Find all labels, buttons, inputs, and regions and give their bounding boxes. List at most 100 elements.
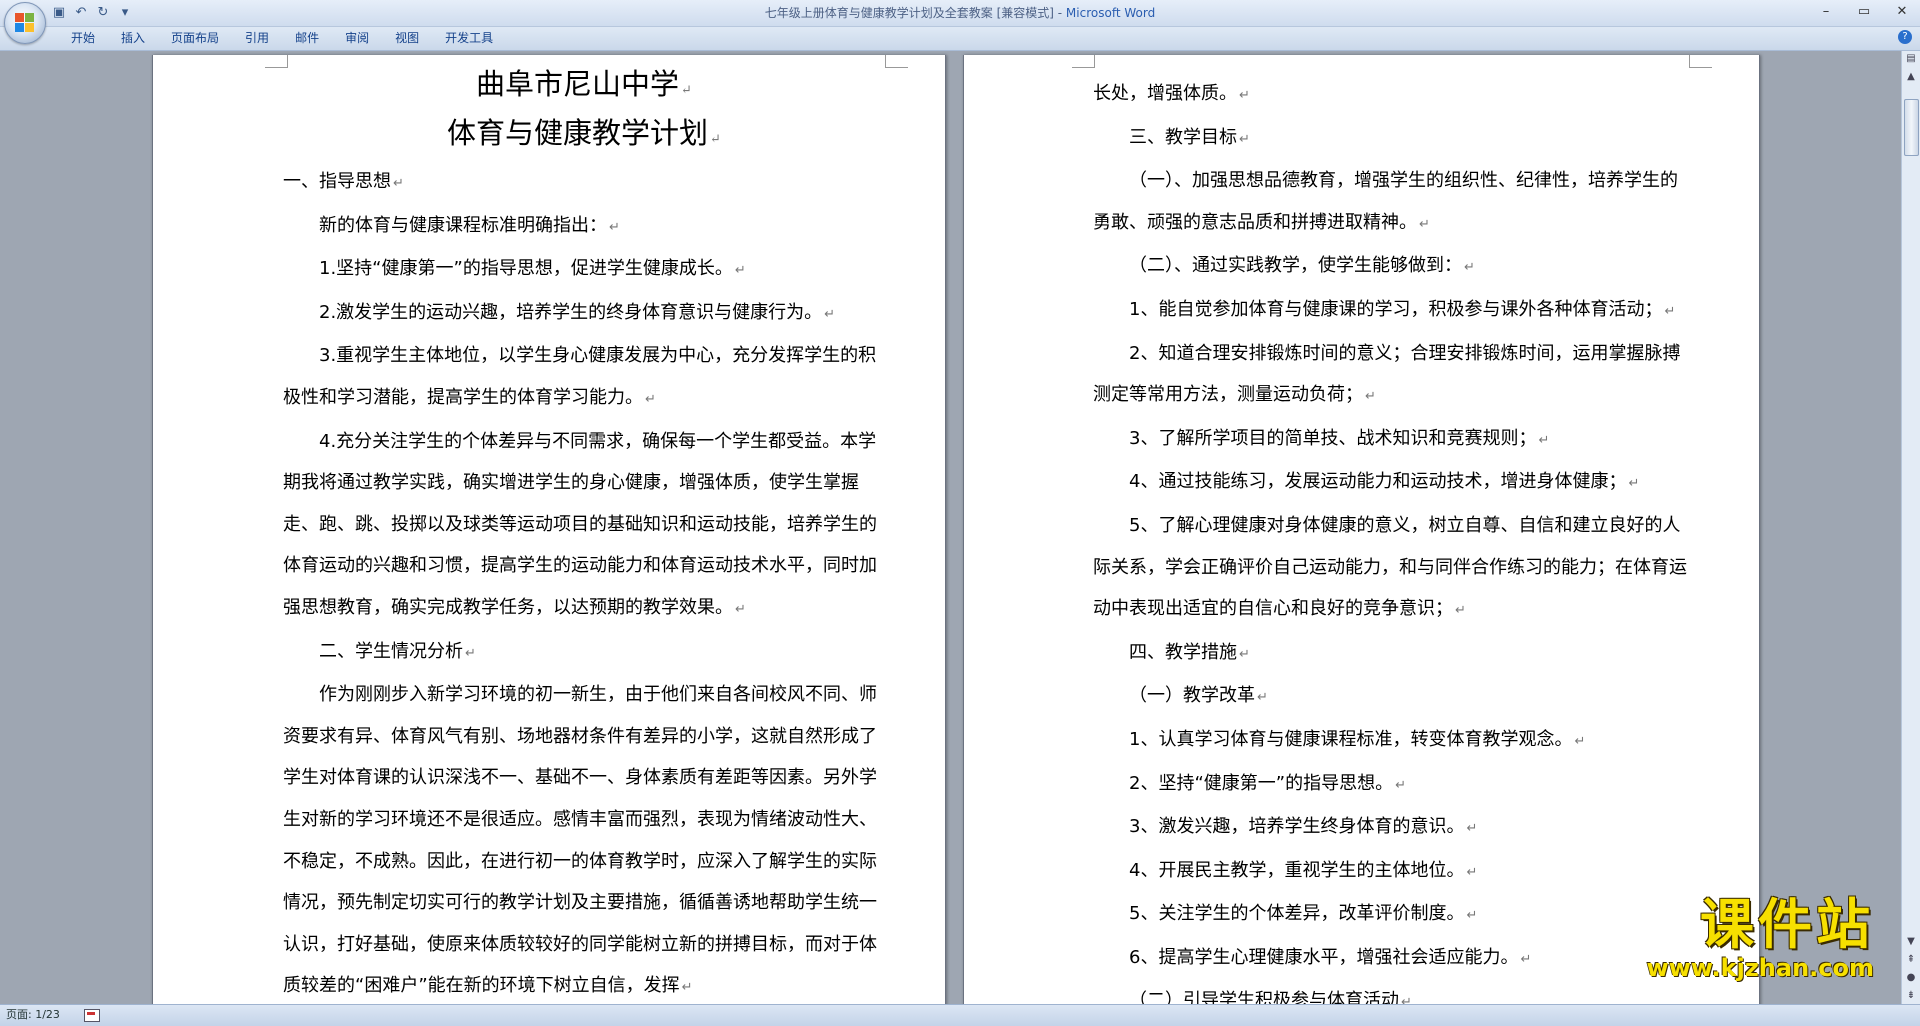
document-title-line1: 曲阜市尼山中学 ↵ <box>476 67 692 101</box>
paragraph-mark: ↵ <box>1365 389 1376 405</box>
document-paragraph: 6、提高学生心理健康水平，增强社会适应能力。 ↵ <box>1093 937 1695 981</box>
document-paragraph: 四、教学措施 ↵ <box>1093 632 1695 676</box>
ribbon-tab[interactable]: 页面布局 <box>158 30 232 47</box>
document-paragraph: 1.坚持“健康第一”的指导思想，促进学生健康成长。 ↵ <box>283 248 885 292</box>
scroll-thumb[interactable] <box>1904 99 1919 156</box>
ribbon-tab[interactable]: 审阅 <box>332 30 382 47</box>
paragraph-text: （二）、通过实践教学，使学生能够做到： <box>1129 255 1462 277</box>
paragraph-mark: ↵ <box>1574 733 1586 749</box>
ruler-toggle-icon[interactable]: ▤ <box>1903 51 1919 67</box>
paragraph-text: 二、学生情况分析 <box>319 640 463 662</box>
watermark: 课件站 www.kjzhan.com <box>1647 893 1874 983</box>
paragraph-mark: ↵ <box>1466 908 1478 924</box>
ribbon-tab[interactable]: 插入 <box>108 30 158 47</box>
paragraph-mark: ↵ <box>393 176 404 191</box>
paragraph-mark: ↵ <box>1464 260 1475 276</box>
paragraph-mark: ↵ <box>1520 951 1532 967</box>
maximize-icon[interactable]: ▭ <box>1852 2 1876 22</box>
watermark-title: 课件站 <box>1700 893 1874 956</box>
paragraph-text: 1.坚持“健康第一”的指导思想，促进学生健康成长。 <box>319 258 733 280</box>
ribbon-tab[interactable]: 引用 <box>232 30 282 47</box>
paragraph-text: 一、指导思想 <box>283 171 391 192</box>
document-paragraph: 1、认真学习体育与健康课程标准，转变体育教学观念。 ↵ <box>1093 719 1695 763</box>
app-name: Microsoft Word <box>1065 6 1156 20</box>
window-title: 七年级上册体育与健康教学计划及全套教案 [兼容模式] - Microsoft W… <box>0 4 1920 21</box>
document-paragraph: 作为刚刚步入新学习环境的初一新生，由于他们来自各间校风不同、师资要求有异、体育风… <box>283 674 885 1004</box>
paragraph-text: 新的体育与健康课程标准明确指出： <box>319 214 607 236</box>
paragraph-mark: ↵ <box>1664 303 1676 319</box>
paragraph-mark: ↵ <box>681 980 693 996</box>
paragraph-mark: ↵ <box>1395 777 1407 793</box>
document-paragraph: 4、开展民主教学，重视学生的主体地位。 ↵ <box>1093 850 1695 894</box>
proofing-icon[interactable] <box>84 1009 100 1022</box>
paragraph-mark: ↵ <box>645 391 656 407</box>
document-paragraph: （二）、通过实践教学，使学生能够做到： ↵ <box>1093 245 1695 289</box>
select-browse-object-icon[interactable]: ● <box>1903 970 1919 986</box>
ribbon-tab[interactable]: 开发工具 <box>432 30 506 47</box>
status-bar: 页面: 1/23 <box>0 1004 1920 1026</box>
close-icon[interactable]: ✕ <box>1890 2 1914 22</box>
office-logo-icon <box>15 13 35 33</box>
document-paragraph: 2.激发学生的运动兴趣，培养学生的终身体育意识与健康行为。 ↵ <box>283 292 885 336</box>
document-paragraph: 3.重视学生主体地位，以学生身心健康发展为中心，充分发挥学生的积极性和学习潜能，… <box>283 335 885 420</box>
paragraph-text: 3、激发兴趣，培养学生终身体育的意识。 <box>1129 816 1465 838</box>
paragraph-mark: ↵ <box>1455 603 1466 619</box>
document-paragraph: 2、知道合理安排锻炼时间的意义；合理安排锻炼时间，运用掌握脉搏测定等常用方法，测… <box>1093 333 1695 418</box>
ribbon-tab[interactable]: 邮件 <box>282 30 332 47</box>
paragraph-text: 5、了解心理健康对身体健康的意义，树立自尊、自信和建立良好的人际关系，学会正确评… <box>1093 514 1687 620</box>
ribbon-tabs: 开始 插入 页面布局 引用 邮件 审阅 视图 开发工具 ? <box>0 27 1920 51</box>
paragraph-text: （二）引导学生积极参与体育活动 <box>1129 990 1399 1004</box>
paragraph-text: 2.激发学生的运动兴趣，培养学生的终身体育意识与健康行为。 <box>319 301 823 323</box>
ribbon-tab[interactable]: 开始 <box>58 30 108 47</box>
document-paragraph: 3、了解所学项目的简单技、战术知识和竞赛规则； ↵ <box>1093 418 1695 462</box>
paragraph-mark: ↵ <box>1239 88 1250 103</box>
title-bar: ▣ ↶ ↻ ▾ 七年级上册体育与健康教学计划及全套教案 [兼容模式] - Mic… <box>0 0 1920 44</box>
document-paragraph: 一、指导思想 ↵ <box>283 161 885 205</box>
paragraph-text: 2、知道合理安排锻炼时间的意义；合理安排锻炼时间，运用掌握脉搏测定等常用方法，测… <box>1093 342 1681 406</box>
paragraph-text: 四、教学措施 <box>1129 641 1237 663</box>
office-button[interactable] <box>4 2 46 44</box>
paragraph-mark: ↵ <box>824 306 836 322</box>
page-content-left: 曲阜市尼山中学 ↵ 体育与健康教学计划 ↵ 一、指导思想 ↵ 新的体育与健康课程标准明确… <box>283 55 885 1004</box>
paragraph-text: 4.充分关注学生的个体差异与不同需求，确保每一个学生都受益。本学期我将通过教学实… <box>283 430 877 618</box>
vertical-scrollbar[interactable]: ▤ ▲ ▼ ⇞ ● ⇟ <box>1901 51 1920 1004</box>
paragraph-text: 6、提高学生心理健康水平，增强社会适应能力。 <box>1129 946 1519 968</box>
next-page-icon[interactable]: ⇟ <box>1903 988 1919 1004</box>
paragraph-text: 2、坚持“健康第一”的指导思想。 <box>1129 772 1394 794</box>
paragraph-mark: ↵ <box>1419 216 1430 232</box>
document-title-line2: 体育与健康教学计划 ↵ <box>447 116 721 150</box>
document-page-left[interactable]: 曲阜市尼山中学 ↵ 体育与健康教学计划 ↵ 一、指导思想 ↵ 新的体育与健康课程标准明确… <box>152 55 946 1004</box>
document-paragraph: 4、通过技能练习，发展运动能力和运动技术，增进身体健康； ↵ <box>1093 461 1695 505</box>
ribbon-tab[interactable]: 视图 <box>382 30 432 47</box>
paragraph-text: （一）教学改革 <box>1129 685 1255 707</box>
scroll-up-icon[interactable]: ▲ <box>1903 69 1919 85</box>
paragraph-text: 3.重视学生主体地位，以学生身心健康发展为中心，充分发挥学生的积极性和学习潜能，… <box>283 345 877 408</box>
paragraph-mark: ↵ <box>1466 864 1478 880</box>
paragraph-text: 3、了解所学项目的简单技、战术知识和竞赛规则； <box>1129 427 1537 449</box>
paragraph-mark: ↵ <box>1466 821 1478 837</box>
document-paragraph: 1、能自觉参加体育与健康课的学习，积极参与课外各种体育活动； ↵ <box>1093 289 1695 333</box>
paragraph-mark: ↵ <box>1628 476 1640 492</box>
page-content-right: 长处，增强体质。 ↵ 三、教学目标 ↵ （一）、加强思想品德教育，增强学生的组织性、纪律… <box>1093 73 1695 1004</box>
document-paragraph: （一）教学改革 ↵ <box>1093 675 1695 719</box>
document-paragraph: 3、激发兴趣，培养学生终身体育的意识。 ↵ <box>1093 806 1695 850</box>
paragraph-text: 1、认真学习体育与健康课程标准，转变体育教学观念。 <box>1129 728 1573 750</box>
paragraph-text: 5、关注学生的个体差异，改革评价制度。 <box>1129 903 1465 925</box>
paragraph-text: 作为刚刚步入新学习环境的初一新生，由于他们来自各间校风不同、师资要求有异、体育风… <box>283 684 877 997</box>
document-paragraph: 2、坚持“健康第一”的指导思想。 ↵ <box>1093 763 1695 807</box>
help-icon[interactable]: ? <box>1898 30 1912 44</box>
paragraph-mark: ↵ <box>1239 131 1250 147</box>
scroll-down-icon[interactable]: ▼ <box>1903 934 1919 950</box>
minimize-icon[interactable]: – <box>1814 2 1838 22</box>
paragraph-text: 长处，增强体质。 <box>1093 83 1237 104</box>
previous-page-icon[interactable]: ⇞ <box>1903 952 1919 968</box>
paragraph-text: 三、教学目标 <box>1129 126 1237 148</box>
paragraph-mark: ↵ <box>1257 690 1268 706</box>
document-paragraph: 5、关注学生的个体差异，改革评价制度。 ↵ <box>1093 893 1695 937</box>
margin-mark <box>1689 55 1712 68</box>
paragraph-text: 4、开展民主教学，重视学生的主体地位。 <box>1129 859 1465 881</box>
document-area: 曲阜市尼山中学 ↵ 体育与健康教学计划 ↵ 一、指导思想 ↵ 新的体育与健康课程标准明确… <box>0 51 1902 1004</box>
document-page-right[interactable]: 长处，增强体质。 ↵ 三、教学目标 ↵ （一）、加强思想品德教育，增强学生的组织性、纪律… <box>963 55 1760 1004</box>
paragraph-mark: ↵ <box>1239 646 1250 662</box>
page-indicator[interactable]: 页面: 1/23 <box>6 1005 60 1025</box>
